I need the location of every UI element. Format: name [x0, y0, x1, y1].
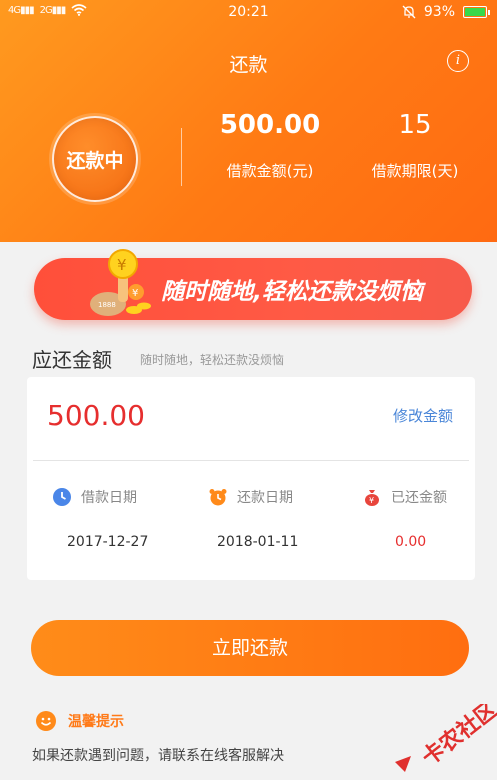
loan-amount-value: 500.00	[219, 110, 321, 140]
repaid-amount-label: 已还金额	[391, 490, 447, 506]
loan-date-value: 2017-12-27	[67, 534, 149, 550]
loan-amount-stat: 500.00 借款金额(元)	[215, 110, 325, 181]
battery-icon	[463, 6, 490, 18]
repaid-amount-column: ¥ 已还金额 0.00	[363, 487, 497, 550]
loan-date-label: 借款日期	[81, 490, 137, 506]
svg-text:¥: ¥	[132, 288, 138, 299]
tips-text: 如果还款遇到问题，请联系在线客服解决	[32, 748, 284, 764]
due-amount: 500.00	[47, 399, 145, 432]
clock-icon	[53, 488, 71, 506]
vertical-divider	[181, 128, 182, 186]
header: 4G▮▮▮ 2G▮▮▮ 20:21 93% 还款 i 还款中 500.00 借款…	[0, 0, 497, 242]
section-title: 应还金额	[32, 348, 112, 372]
svg-text:1888: 1888	[98, 301, 116, 309]
money-bag-icon: ¥	[365, 490, 379, 506]
loan-term-stat: 15 借款期限(天)	[360, 110, 470, 181]
edit-amount-link[interactable]: 修改金额	[393, 405, 453, 426]
repayment-card: 500.00 修改金额 借款日期 2017-12-27 还款日期 2018-01…	[27, 377, 475, 580]
tips-header: 温馨提示	[36, 711, 124, 731]
loan-amount-label: 借款金额(元)	[226, 162, 314, 180]
loan-term-label: 借款期限(天)	[371, 162, 459, 180]
svg-text:卡农社区: 卡农社区	[417, 704, 497, 771]
smiley-icon	[36, 711, 56, 731]
repay-date-label: 还款日期	[237, 490, 293, 506]
repay-date-value: 2018-01-11	[217, 534, 299, 550]
repay-date-column: 还款日期 2018-01-11	[209, 487, 349, 550]
battery-percent: 93%	[423, 4, 455, 20]
banner-text: 随时随地,轻松还款没烦恼	[161, 279, 423, 305]
repaid-amount-value: 0.00	[395, 534, 427, 550]
alarm-clock-icon	[209, 489, 227, 506]
svg-text:¥: ¥	[369, 496, 374, 505]
status-bar: 4G▮▮▮ 2G▮▮▮ 20:21 93%	[0, 0, 497, 24]
card-divider	[33, 460, 469, 461]
status-badge: 还款中	[52, 116, 138, 202]
loan-term-value: 15	[398, 110, 432, 140]
mute-bell-icon	[402, 5, 416, 19]
svg-text:¥: ¥	[117, 256, 127, 274]
status-right: 93%	[402, 4, 490, 20]
loan-date-column: 借款日期 2017-12-27	[53, 487, 193, 550]
section-subtitle: 随时随地，轻松还款没烦恼	[140, 353, 285, 367]
tips-label: 温馨提示	[68, 714, 124, 730]
watermark-logo: 卡农社区	[395, 704, 497, 772]
info-icon[interactable]: i	[447, 50, 469, 72]
page-title: 还款	[229, 54, 268, 76]
promo-banner[interactable]: 1888 ¥ ¥ 随时随地,轻松还款没烦恼	[34, 249, 472, 320]
repay-now-button[interactable]: 立即还款	[31, 620, 469, 676]
